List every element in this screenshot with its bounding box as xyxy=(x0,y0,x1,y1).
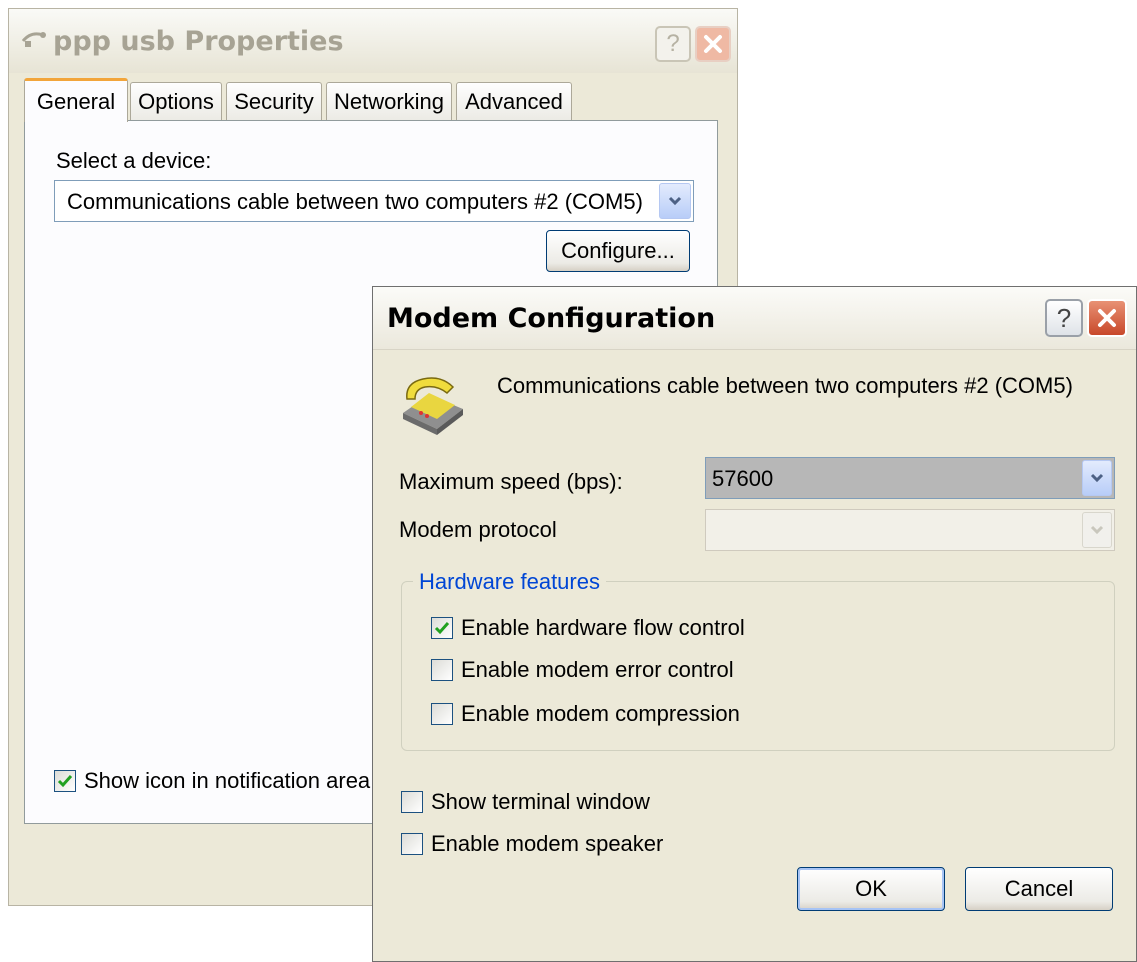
show-terminal-label: Show terminal window xyxy=(431,789,650,814)
device-select[interactable]: Communications cable between two compute… xyxy=(54,180,694,222)
modem-protocol-select xyxy=(705,509,1115,551)
max-speed-dropdown-button[interactable] xyxy=(1082,460,1112,496)
hardware-flow-control-label: Enable hardware flow control xyxy=(461,615,745,640)
ok-button[interactable]: OK xyxy=(797,867,945,911)
modem-protocol-label: Modem protocol xyxy=(399,517,557,542)
cancel-button[interactable]: Cancel xyxy=(965,867,1113,911)
modem-error-control-row[interactable]: Enable modem error control xyxy=(431,657,734,683)
tab-security[interactable]: Security xyxy=(226,82,322,120)
select-device-label: Select a device: xyxy=(56,148,212,173)
tab-networking[interactable]: Networking xyxy=(326,82,452,120)
properties-title: ppp usb Properties xyxy=(53,26,344,57)
modem-device-name: Communications cable between two compute… xyxy=(497,373,1073,398)
modem-dialog-title: Modem Configuration xyxy=(387,303,716,334)
modem-configuration-dialog: Modem Configuration ? Communications cab… xyxy=(372,286,1137,962)
tab-options[interactable]: Options xyxy=(130,82,222,120)
help-button[interactable]: ? xyxy=(655,26,691,62)
modem-error-control-checkbox[interactable] xyxy=(431,659,453,681)
close-icon xyxy=(704,35,722,53)
modem-title-bar[interactable]: Modem Configuration ? xyxy=(373,287,1136,350)
close-button[interactable] xyxy=(695,26,731,62)
chevron-down-icon xyxy=(1090,473,1104,483)
modem-protocol-dropdown-button xyxy=(1082,512,1112,548)
close-button[interactable] xyxy=(1087,299,1127,337)
hardware-flow-control-row[interactable]: Enable hardware flow control xyxy=(431,615,745,641)
tab-advanced[interactable]: Advanced xyxy=(456,82,572,120)
dialup-connection-icon xyxy=(21,32,46,47)
help-icon: ? xyxy=(666,30,680,57)
help-button[interactable]: ? xyxy=(1045,299,1083,337)
modem-speaker-label: Enable modem speaker xyxy=(431,831,664,856)
phone-connection-icon xyxy=(403,377,463,435)
help-icon: ? xyxy=(1056,302,1072,333)
modem-error-control-label: Enable modem error control xyxy=(461,657,734,682)
modem-compression-label: Enable modem compression xyxy=(461,701,740,726)
show-icon-label: Show icon in notification area xyxy=(84,768,371,793)
device-select-value: Communications cable between two compute… xyxy=(67,189,643,214)
device-select-dropdown-button[interactable] xyxy=(659,183,691,219)
modem-speaker-row[interactable]: Enable modem speaker xyxy=(401,831,663,857)
chevron-down-icon xyxy=(1090,525,1104,535)
chevron-down-icon xyxy=(668,196,682,206)
close-icon xyxy=(1098,309,1116,327)
show-terminal-checkbox[interactable] xyxy=(401,791,423,813)
show-icon-checkbox-row[interactable]: Show icon in notification area xyxy=(54,768,370,794)
hardware-features-legend: Hardware features xyxy=(413,569,606,595)
checkmark-icon xyxy=(434,622,450,635)
configure-button[interactable]: Configure... xyxy=(546,230,690,272)
hardware-flow-control-checkbox[interactable] xyxy=(431,617,453,639)
max-speed-label: Maximum speed (bps): xyxy=(399,469,623,494)
max-speed-value: 57600 xyxy=(712,466,774,491)
modem-compression-row[interactable]: Enable modem compression xyxy=(431,701,740,727)
checkmark-icon xyxy=(57,775,73,788)
max-speed-select[interactable]: 57600 xyxy=(705,457,1115,499)
properties-title-bar[interactable]: ppp usb Properties ? xyxy=(9,9,737,73)
show-terminal-row[interactable]: Show terminal window xyxy=(401,789,650,815)
modem-compression-checkbox[interactable] xyxy=(431,703,453,725)
show-icon-checkbox[interactable] xyxy=(54,770,76,792)
modem-speaker-checkbox[interactable] xyxy=(401,833,423,855)
tab-general[interactable]: General xyxy=(24,78,128,122)
